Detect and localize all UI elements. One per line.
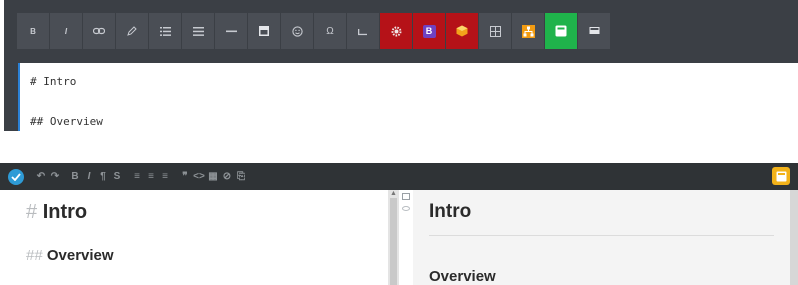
text-line: # Intro — [30, 75, 77, 88]
scroll-up-arrow-icon[interactable]: ▲ — [390, 190, 397, 197]
quote-button[interactable]: ❞ — [178, 171, 192, 182]
heading-marker: # — [26, 201, 38, 223]
text-line: ## Overview — [30, 115, 103, 128]
editor-toolbar: ↶ ↷ B I ¶ S ≡ ≡ ≡ ❞ <> ▦ ⊘ ⎘ — [0, 163, 798, 190]
italic-button[interactable]: I — [50, 13, 83, 49]
settings-button[interactable] — [380, 13, 413, 49]
link-button[interactable]: ⊘ — [220, 171, 234, 182]
markdown-editor-split: ↶ ↷ B I ¶ S ≡ ≡ ≡ ❞ <> ▦ ⊘ ⎘ # Intro ## … — [0, 163, 798, 285]
strikethrough-button[interactable]: S — [110, 171, 124, 182]
preview-button[interactable] — [545, 13, 578, 49]
image-button[interactable]: ⎘ — [234, 171, 248, 182]
fullscreen-button[interactable] — [772, 167, 790, 185]
scrollbar-thumb[interactable] — [390, 198, 397, 285]
bold-button[interactable]: B — [68, 171, 82, 182]
heading-underline — [429, 235, 774, 236]
sitemap-button[interactable] — [512, 13, 545, 49]
pane-divider — [399, 190, 413, 285]
heading-text: Overview — [46, 247, 114, 264]
eye-icon[interactable] — [402, 206, 410, 211]
split-view-icon[interactable] — [402, 193, 410, 200]
bootstrap-button[interactable]: B — [413, 13, 446, 49]
package-button[interactable] — [446, 13, 479, 49]
editor-toolbar: B I Ω B — [17, 13, 611, 49]
box-icon — [456, 25, 468, 37]
omega-icon: Ω — [326, 25, 334, 37]
code-button[interactable] — [347, 13, 380, 49]
align-button[interactable] — [182, 13, 215, 49]
smiley-icon — [291, 25, 303, 37]
table-button[interactable] — [479, 13, 512, 49]
attach-button[interactable] — [116, 13, 149, 49]
image-icon — [259, 26, 269, 36]
minus-icon — [225, 30, 237, 32]
unordered-list-button[interactable]: ≡ — [130, 171, 144, 182]
grid-icon — [489, 25, 501, 37]
preview-scrollbar[interactable] — [790, 190, 798, 285]
align-icon — [192, 26, 204, 36]
heading-text: Intro — [42, 201, 88, 223]
save-check-button[interactable] — [8, 168, 24, 185]
horizontal-rule-button[interactable] — [215, 13, 248, 49]
undo-button[interactable]: ↶ — [34, 171, 48, 182]
source-heading-2: ## Overview — [26, 247, 114, 264]
pencil-icon — [127, 26, 137, 36]
check-icon — [11, 172, 21, 181]
heading-button[interactable]: ¶ — [96, 171, 110, 182]
monitor-icon — [589, 27, 599, 34]
markdown-text-area[interactable]: # Intro ## Overview — [18, 63, 798, 131]
note-icon — [776, 171, 786, 181]
image-button[interactable] — [248, 13, 281, 49]
link-button[interactable] — [83, 13, 116, 49]
sitemap-icon — [521, 24, 535, 38]
heading-marker: ## — [26, 247, 43, 264]
table-button[interactable]: ▦ — [206, 171, 220, 182]
code-block-icon — [358, 28, 367, 35]
bold-button[interactable]: B — [17, 13, 50, 49]
source-heading-1: # Intro — [26, 201, 87, 224]
note-icon — [555, 25, 567, 37]
monitor-button[interactable] — [578, 13, 611, 49]
preview-heading-1: Intro — [429, 201, 472, 222]
task-list-button[interactable]: ≡ — [158, 171, 172, 182]
emoji-button[interactable] — [281, 13, 314, 49]
link-icon — [93, 27, 105, 35]
ordered-list-button[interactable]: ≡ — [144, 171, 158, 182]
special-char-button[interactable]: Ω — [314, 13, 347, 49]
redo-button[interactable]: ↷ — [48, 171, 62, 182]
markdown-editor-classic: B I Ω B # Intro ## Overview — [0, 0, 798, 131]
list-icon — [159, 26, 171, 36]
italic-button[interactable]: I — [82, 171, 96, 182]
code-button[interactable]: <> — [192, 171, 206, 182]
preview-pane: Intro Overview — [413, 190, 790, 285]
unordered-list-button[interactable] — [149, 13, 182, 49]
gear-icon — [391, 26, 401, 36]
source-scrollbar[interactable]: ▲ — [388, 190, 399, 285]
markdown-source-pane[interactable]: # Intro ## Overview — [0, 190, 388, 285]
preview-heading-2: Overview — [429, 268, 496, 285]
